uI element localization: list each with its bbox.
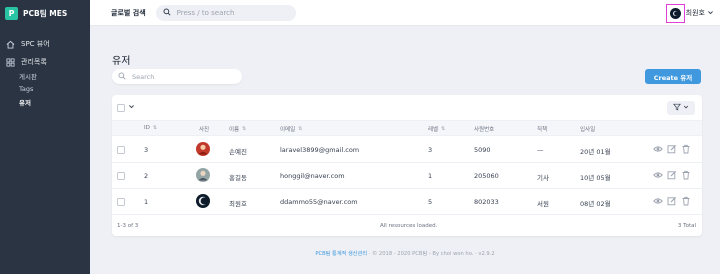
cell-position: 서원: [537, 200, 549, 208]
cell-employee-no: 205060: [474, 172, 499, 180]
user-photo: [196, 168, 210, 182]
delete-icon[interactable]: [681, 144, 691, 154]
column-header-name[interactable]: 이름 ⇅: [229, 125, 246, 133]
user-menu[interactable]: 최원호: [665, 0, 720, 26]
row-checkbox[interactable]: [117, 146, 125, 154]
footer-link[interactable]: PCB팀 통계적 생산관리: [315, 251, 367, 257]
pagination-range: 1-3 of 3: [117, 223, 139, 229]
sort-icon: ⇅: [441, 126, 446, 132]
table-row[interactable]: 2 홍길동 honggil@naver.com 1 205060 기사 10년 …: [112, 163, 702, 189]
cell-hired: 10년 05월: [580, 174, 611, 182]
table-header: ID ⇅ 사진 이름 ⇅ 이메일 ⇅ 레벨 ⇅ 사원번호 직책 입사일: [112, 120, 702, 136]
total-count: 3 Total: [677, 223, 696, 229]
search-placeholder: Search: [132, 72, 155, 81]
column-header-position: 직책: [537, 127, 548, 133]
home-icon: [5, 39, 15, 49]
sidebar-section-admin[interactable]: 관리목록: [0, 55, 90, 69]
user-photo: [196, 194, 210, 208]
row-checkbox[interactable]: [117, 172, 125, 180]
cell-name: 최원호: [229, 200, 247, 208]
sidebar-item-tags[interactable]: Tags: [0, 82, 90, 95]
create-user-button[interactable]: Create 유저: [645, 69, 701, 84]
cell-employee-no: 802033: [474, 198, 499, 206]
delete-icon[interactable]: [681, 170, 691, 180]
select-all-checkbox[interactable]: [117, 104, 125, 112]
row-actions: [653, 196, 691, 206]
view-icon[interactable]: [653, 144, 663, 154]
sidebar-item-label: SPC 뷰어: [21, 40, 50, 48]
cell-employee-no: 5090: [474, 146, 491, 154]
global-search-label: 글로벌 검색: [111, 8, 146, 17]
resource-search-input[interactable]: Search: [112, 69, 242, 84]
cell-email: honggil@naver.com: [280, 172, 345, 180]
edit-icon[interactable]: [667, 196, 677, 206]
avatar-image: [669, 7, 681, 19]
cell-email: laravel3899@gmail.com: [280, 146, 360, 154]
chevron-down-icon: [683, 104, 689, 112]
cell-position: 기사: [537, 174, 549, 182]
cell-id: 1: [144, 198, 149, 206]
table-row[interactable]: 3 손예진 laravel3899@gmail.com 3 5090 — 20년…: [112, 137, 702, 163]
brand[interactable]: P PCB팀 MES: [0, 0, 90, 26]
column-header-hired: 입사일: [580, 127, 596, 133]
resource-table-card: ID ⇅ 사진 이름 ⇅ 이메일 ⇅ 레벨 ⇅ 사원번호 직책 입사일 3 손예진 la…: [112, 95, 702, 236]
column-header-email[interactable]: 이메일 ⇅: [280, 125, 302, 133]
sidebar-item-spc-viewer[interactable]: SPC 뷰어: [0, 37, 90, 51]
delete-icon[interactable]: [681, 196, 691, 206]
cell-email: ddammo55@naver.com: [280, 198, 358, 206]
sidebar-item-board[interactable]: 게시판: [0, 69, 90, 82]
table-row[interactable]: 1 최원호 ddammo55@naver.com 5 802033 서원 08년…: [112, 189, 702, 215]
filter-icon: [673, 103, 681, 113]
user-photo: [196, 142, 210, 156]
cell-hired: 08년 02월: [580, 200, 611, 208]
footer-text: · © 2018 - 2020 PCB팀 - By choi won ho. ·…: [368, 251, 495, 257]
sidebar-item-users[interactable]: 유저: [0, 95, 90, 108]
cell-level: 1: [428, 172, 433, 180]
view-icon[interactable]: [653, 196, 663, 206]
cell-id: 2: [144, 172, 149, 180]
edit-icon[interactable]: [667, 170, 677, 180]
avatar[interactable]: [665, 3, 685, 23]
edit-icon[interactable]: [667, 144, 677, 154]
row-checkbox[interactable]: [117, 198, 125, 206]
cell-level: 3: [428, 146, 433, 154]
top-header: 글로벌 검색 Press / to search 최원호: [90, 0, 720, 26]
global-search-input[interactable]: Press / to search: [155, 4, 296, 21]
sort-icon: ⇅: [152, 125, 158, 131]
column-header-employee-no: 사원번호: [474, 127, 495, 133]
sort-icon: ⇅: [298, 126, 303, 132]
column-header-photo: 사진: [199, 127, 210, 133]
filter-button[interactable]: [667, 101, 695, 115]
brand-logo: P: [5, 6, 18, 20]
select-menu-chevron-icon[interactable]: [128, 103, 135, 112]
sidebar: P PCB팀 MES SPC 뷰어 관리목록 게시판 Tags 유저: [0, 0, 90, 274]
load-status: All resources loaded.: [380, 223, 438, 229]
page-title: 유저: [112, 56, 131, 67]
cell-hired: 20년 01월: [580, 148, 611, 156]
table-toolbar: [112, 95, 702, 120]
row-actions: [653, 170, 691, 180]
sort-icon: ⇅: [242, 126, 247, 132]
column-header-id[interactable]: ID ⇅: [144, 125, 157, 131]
cell-name: 홍길동: [229, 174, 247, 182]
view-icon[interactable]: [653, 170, 663, 180]
cell-id: 3: [144, 146, 149, 154]
sidebar-section-label: 관리목록: [21, 58, 47, 66]
cell-position: —: [537, 146, 544, 154]
cell-name: 손예진: [229, 148, 247, 156]
app-title: PCB팀 MES: [23, 8, 68, 18]
chevron-down-icon: [707, 9, 714, 18]
grid-icon: [5, 57, 15, 67]
cell-level: 5: [428, 198, 433, 206]
table-footer: 1-3 of 3 All resources loaded. 3 Total: [112, 218, 702, 236]
search-placeholder: Press / to search: [176, 8, 235, 17]
copyright-footer: PCB팀 통계적 생산관리 · © 2018 - 2020 PCB팀 - By …: [90, 250, 720, 257]
user-name: 최원호: [685, 9, 705, 17]
row-actions: [653, 144, 691, 154]
search-icon: [118, 72, 126, 82]
search-icon: [163, 7, 171, 18]
column-header-level[interactable]: 레벨 ⇅: [428, 125, 445, 133]
